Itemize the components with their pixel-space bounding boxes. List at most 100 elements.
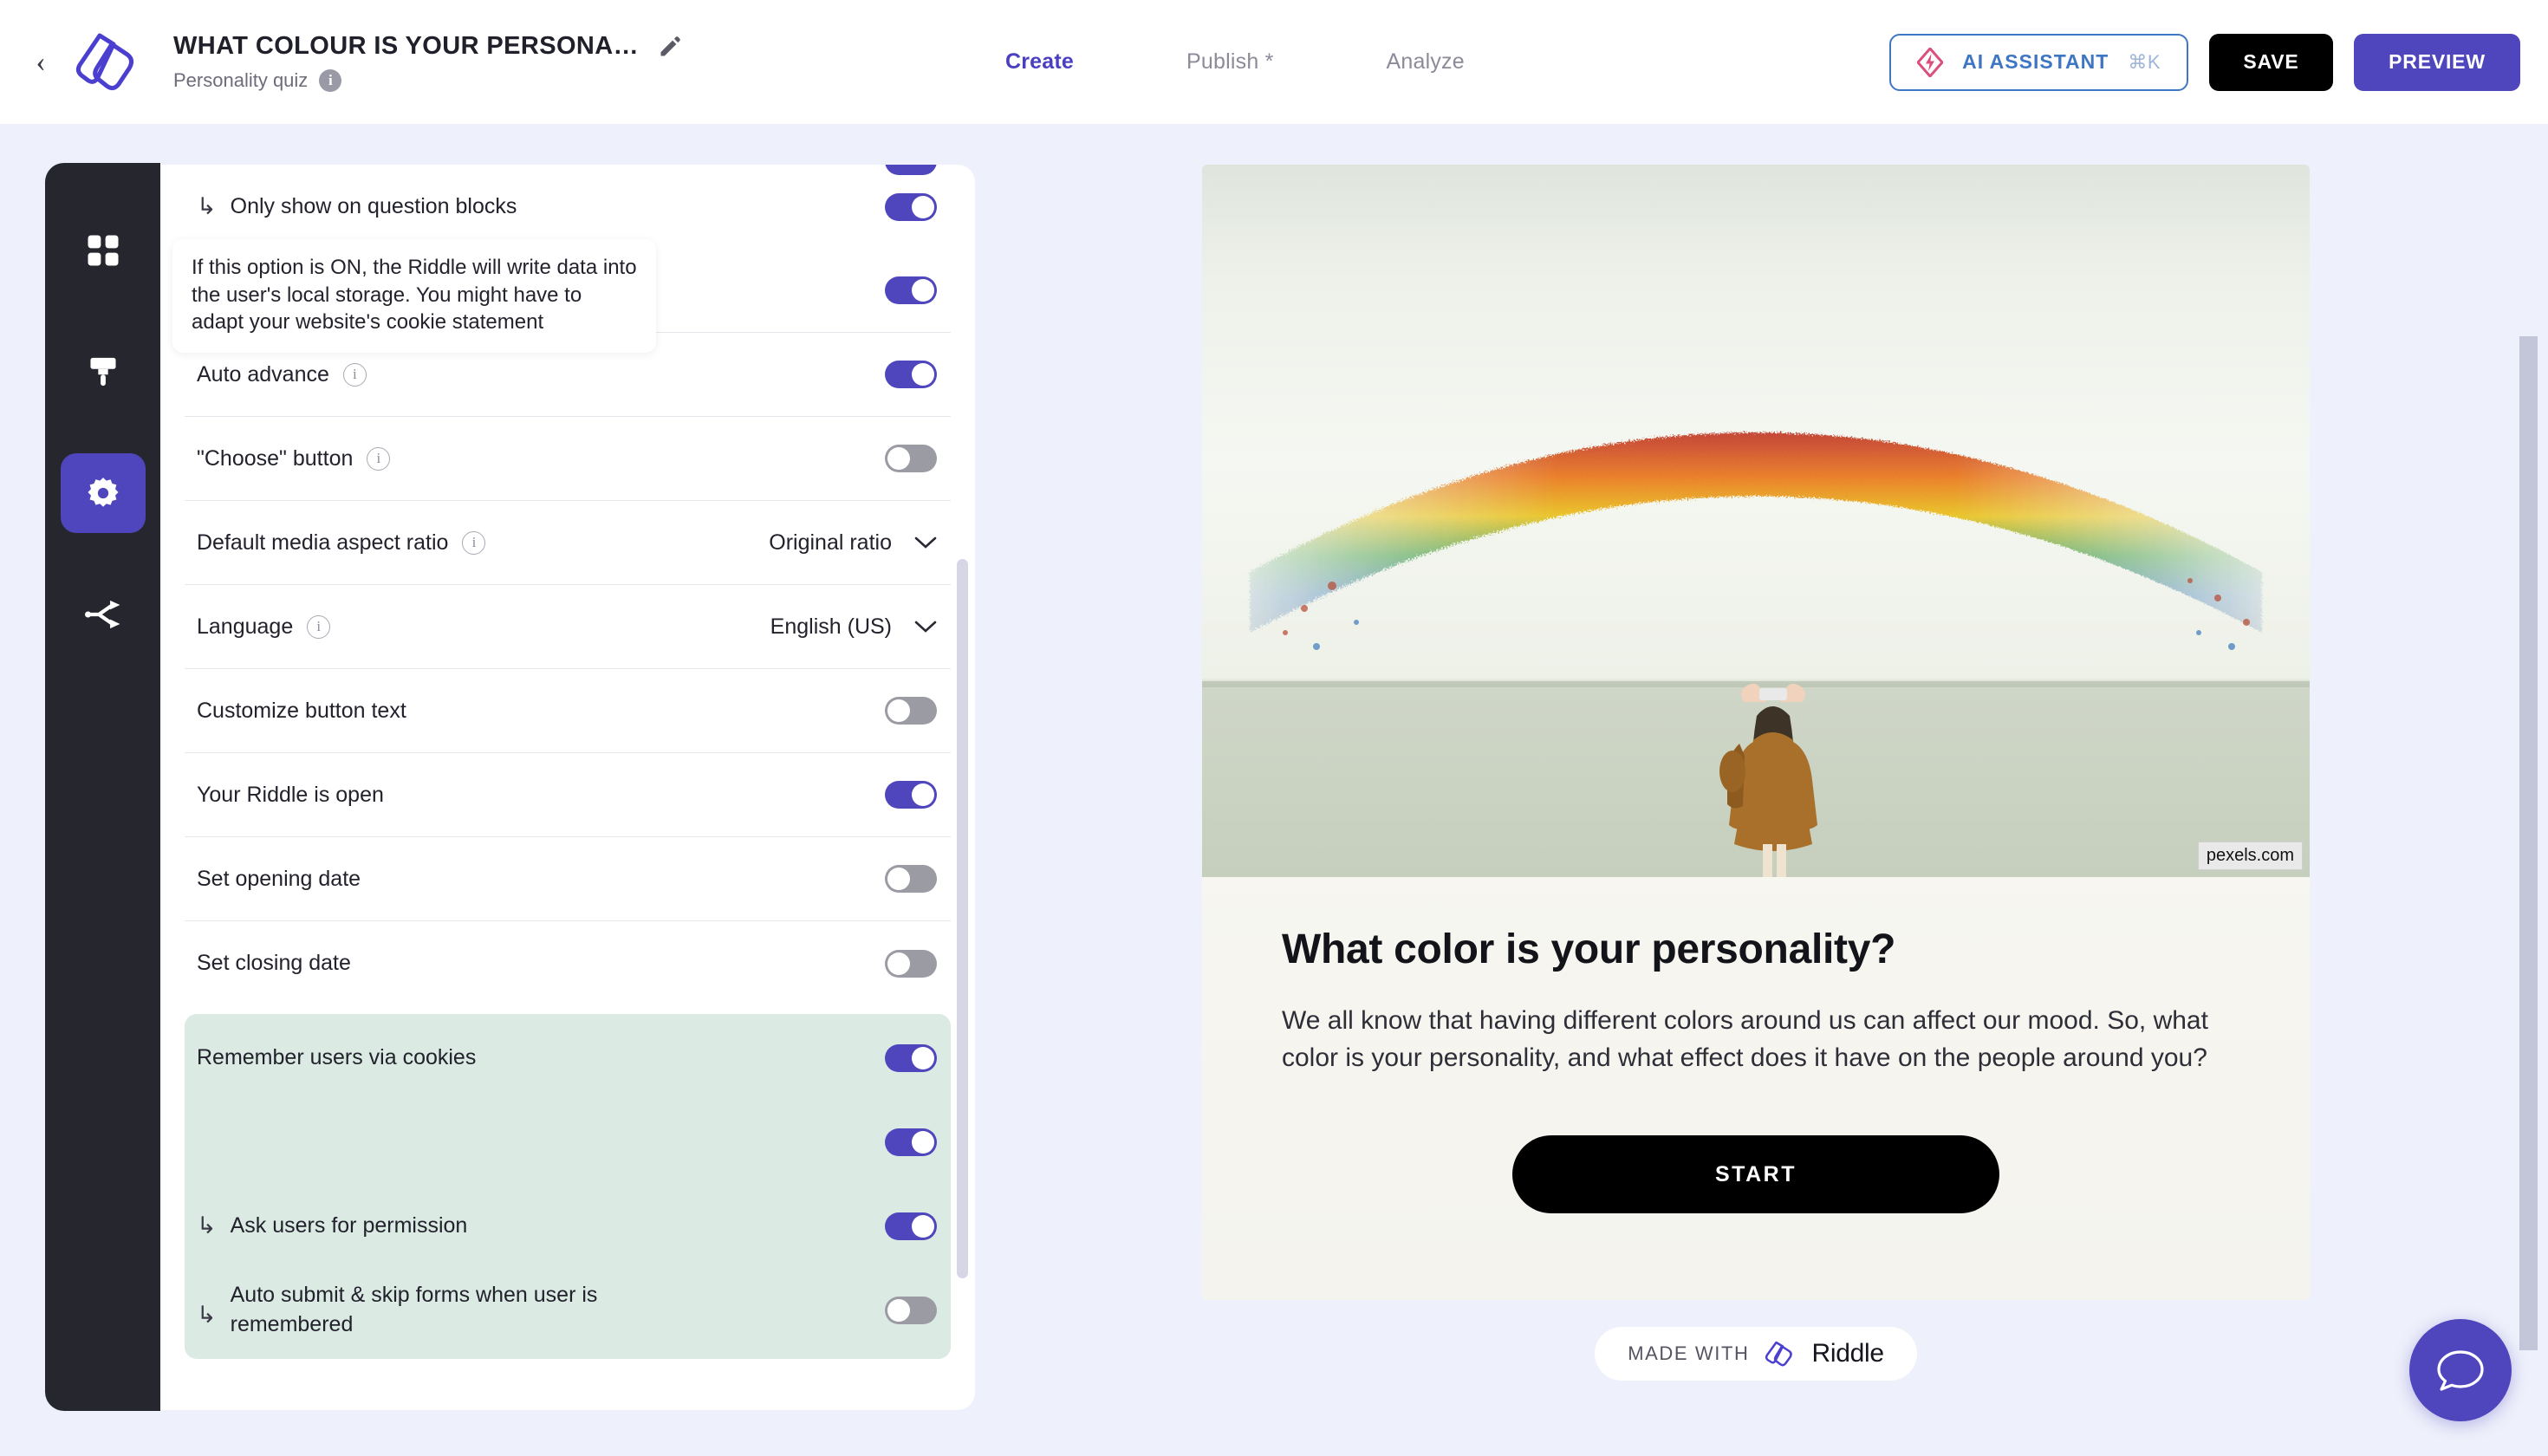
select-value-aspect-ratio[interactable]: Original ratio xyxy=(769,530,937,556)
setting-label: Set opening date xyxy=(197,866,361,891)
quiz-preview-card: pexels.com What color is your personalit… xyxy=(1202,165,2310,1300)
riddle-logo xyxy=(68,25,147,100)
row-label: Language i xyxy=(197,614,331,640)
share-icon xyxy=(84,600,120,629)
subtitle-row: Personality quiz i xyxy=(173,69,682,92)
rail-item-share[interactable] xyxy=(61,575,146,654)
rainbow-artwork xyxy=(1250,432,2262,877)
toggle-knob xyxy=(912,363,934,386)
ai-assistant-label: AI ASSISTANT xyxy=(1962,50,2109,73)
setting-row-language[interactable]: Language i English (US) xyxy=(185,585,951,669)
setting-label: Language xyxy=(197,614,294,639)
toggle-knob xyxy=(912,279,934,302)
ai-assistant-shortcut: ⌘K xyxy=(2128,50,2161,73)
setting-label: "Choose" button xyxy=(197,445,354,471)
toggle-knob xyxy=(912,1214,934,1238)
chevron-down-icon xyxy=(914,621,937,633)
toggle-knob xyxy=(912,1046,934,1069)
setting-row-customize-button-text[interactable]: Customize button text xyxy=(185,669,951,753)
toggle-set-closing-date[interactable] xyxy=(885,949,937,978)
back-button[interactable]: ‹ xyxy=(26,47,55,77)
riddle-wordmark: Riddle xyxy=(1811,1339,1885,1368)
setting-row-set-closing-date[interactable]: Set closing date xyxy=(185,921,951,1005)
tab-create[interactable]: Create xyxy=(1005,49,1074,75)
quiz-cover-image: pexels.com xyxy=(1202,165,2310,877)
row-label: ↳ Only show on question blocks xyxy=(197,194,517,219)
brush-icon xyxy=(89,357,116,387)
preview-button[interactable]: PREVIEW xyxy=(2354,33,2520,91)
setting-row-auto-submit-skip-forms[interactable]: ↳ Auto submit & skip forms when user is … xyxy=(185,1268,951,1352)
rail-item-blocks[interactable] xyxy=(61,211,146,290)
setting-row-set-opening-date[interactable]: Set opening date xyxy=(185,837,951,921)
toggle-knob xyxy=(887,699,910,722)
setting-row-choose-button[interactable]: "Choose" button i xyxy=(185,417,951,501)
selected-option: English (US) xyxy=(770,614,892,639)
page-scrollbar-thumb[interactable] xyxy=(2519,336,2538,1350)
toggle-remember-users-via-cookies[interactable] xyxy=(885,1043,937,1072)
toggle-cookie-hidden[interactable] xyxy=(885,1128,937,1156)
row-label: Customize button text xyxy=(197,699,406,724)
toggle-customize-button-text[interactable] xyxy=(885,697,937,725)
row-label: ↳ Auto submit & skip forms when user is … xyxy=(197,1281,612,1340)
cookie-settings-group: Remember users via cookies ↳ Ask users f… xyxy=(172,239,951,1359)
setting-label: Auto submit & skip forms when user is re… xyxy=(230,1282,598,1336)
quiz-intro-body: What color is your personality? We all k… xyxy=(1202,877,2310,1214)
toggle-knob xyxy=(887,952,910,975)
tab-publish[interactable]: Publish * xyxy=(1186,49,1273,75)
save-button[interactable]: SAVE xyxy=(2209,33,2333,91)
setting-label: Auto advance xyxy=(197,361,329,387)
info-icon[interactable]: i xyxy=(319,69,342,92)
setting-row-ask-users-for-permission[interactable]: ↳ Ask users for permission xyxy=(185,1184,951,1268)
toggle-only-show-on-question-blocks[interactable] xyxy=(885,192,937,221)
toggle-choose-button[interactable] xyxy=(885,445,937,472)
row-label: Auto advance i xyxy=(197,362,367,387)
start-button[interactable]: START xyxy=(1512,1135,1999,1214)
main-nav: Create Publish * Analyze xyxy=(1005,0,1465,124)
app-header: ‹ WHAT COLOUR IS YOUR PERSONA… Personali… xyxy=(0,0,2548,124)
select-value-language[interactable]: English (US) xyxy=(770,614,937,640)
title-row: WHAT COLOUR IS YOUR PERSONA… xyxy=(173,32,682,61)
toggle-knob xyxy=(887,868,910,890)
setting-row-cookie-hidden[interactable] xyxy=(185,1100,951,1184)
selected-option: Original ratio xyxy=(769,530,892,555)
setting-label: Set closing date xyxy=(197,951,351,975)
settings-panel: ↳ Only show on question blocks ↳ "Back" … xyxy=(160,165,975,1410)
toggle-back-button[interactable] xyxy=(885,276,937,304)
toggle-ask-users-for-permission[interactable] xyxy=(885,1212,937,1240)
setting-label: Only show on question blocks xyxy=(230,194,517,218)
rail-item-design[interactable] xyxy=(61,332,146,412)
toggle-riddle-is-open[interactable] xyxy=(885,781,937,809)
settings-scroll-region: ↳ Only show on question blocks ↳ "Back" … xyxy=(160,165,975,1410)
chat-support-button[interactable] xyxy=(2409,1319,2512,1421)
cookie-tooltip: If this option is ON, the Riddle will wr… xyxy=(172,239,656,354)
chevron-down-icon xyxy=(914,536,937,549)
blocks-icon xyxy=(88,235,118,266)
row-label: ↳ Ask users for permission xyxy=(197,1213,467,1238)
setting-row-riddle-is-open[interactable]: Your Riddle is open xyxy=(185,753,951,837)
setting-row-default-media-aspect-ratio[interactable]: Default media aspect ratio i Original ra… xyxy=(185,501,951,585)
row-label: Remember users via cookies xyxy=(197,1045,476,1070)
nested-arrow-icon: ↳ xyxy=(197,193,217,219)
info-icon[interactable]: i xyxy=(342,362,367,387)
tab-analyze[interactable]: Analyze xyxy=(1387,49,1465,75)
edit-pencil-icon[interactable] xyxy=(658,35,682,59)
info-icon[interactable]: i xyxy=(367,446,391,471)
quiz-type-label: Personality quiz xyxy=(173,69,309,91)
rail-item-settings[interactable] xyxy=(60,453,146,533)
settings-scrollbar-thumb[interactable] xyxy=(957,559,968,1278)
info-icon[interactable]: i xyxy=(462,530,486,555)
setting-label: Default media aspect ratio xyxy=(197,530,449,555)
header-title-block: WHAT COLOUR IS YOUR PERSONA… Personality… xyxy=(173,32,682,92)
toggle-knob xyxy=(887,447,910,470)
toggle-auto-submit-skip-forms[interactable] xyxy=(885,1296,937,1324)
ai-spark-icon xyxy=(1917,47,1944,77)
toggle-auto-advance[interactable] xyxy=(885,361,937,388)
setting-row-remember-users-via-cookies[interactable]: Remember users via cookies xyxy=(185,1016,951,1100)
info-icon[interactable]: i xyxy=(307,614,331,639)
toggle-set-opening-date[interactable] xyxy=(885,865,937,893)
made-with-riddle-badge[interactable]: MADE WITH Riddle xyxy=(1595,1327,1917,1381)
row-label: Set closing date xyxy=(197,951,351,976)
made-with-label: MADE WITH xyxy=(1628,1342,1750,1364)
ai-assistant-button[interactable]: AI ASSISTANT ⌘K xyxy=(1889,33,2188,91)
setting-row-only-show-on-question-blocks[interactable]: ↳ Only show on question blocks xyxy=(185,165,951,249)
